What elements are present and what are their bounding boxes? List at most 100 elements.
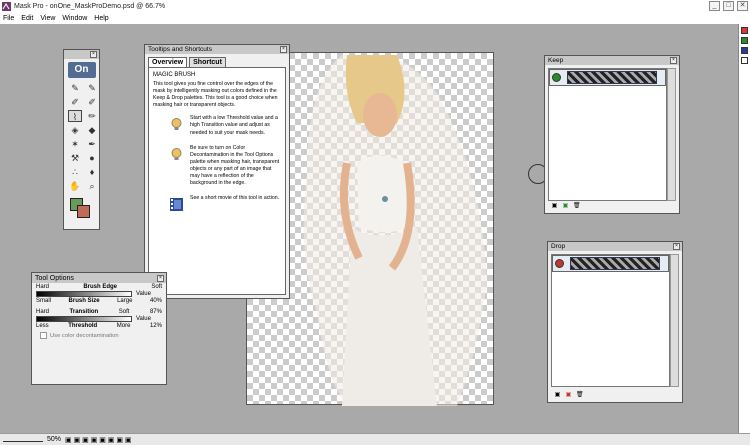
keep-palette: Keep × ▣ ▣ 🗑	[544, 55, 680, 214]
drop-picker-icon[interactable]: ✐	[85, 96, 99, 108]
tip-decontamination: Be sure to turn on Color Decontamination…	[190, 144, 280, 187]
close-button[interactable]: ✕	[737, 1, 748, 11]
keep-list	[548, 68, 667, 201]
window-title: Mask Pro - onOne_MaskProDemo.psd @ 66.7%	[14, 3, 166, 10]
keep-add-icon[interactable]: ▣	[562, 203, 569, 210]
brush-icon[interactable]: ✏	[85, 110, 99, 122]
chisel-icon[interactable]: ⚒	[68, 152, 82, 164]
brush-edge-value: Value	[136, 291, 151, 297]
drop-palette: Drop × ▣ ▣ 🗑	[547, 241, 683, 403]
transition-value: 87%	[149, 309, 162, 315]
brush-size-small-label: Small	[36, 298, 52, 304]
decontamination-label: Use color decontamination	[50, 332, 119, 339]
menu-help[interactable]: Help	[94, 15, 108, 22]
close-icon[interactable]: ×	[673, 243, 680, 250]
menu-window[interactable]: Window	[62, 15, 87, 22]
drop-color-item[interactable]	[552, 255, 669, 272]
minimize-button[interactable]: _	[709, 1, 720, 11]
zoom-icon[interactable]: ⌕	[85, 180, 99, 192]
magic-brush-icon[interactable]: ⌇	[68, 110, 82, 122]
threshold-label: Threshold	[68, 323, 98, 329]
close-icon[interactable]: ×	[157, 274, 164, 282]
title-bar: Mask Pro - onOne_MaskProDemo.psd @ 66.7%…	[0, 0, 750, 13]
tip-threshold: Start with a low Threshold value and a h…	[190, 115, 278, 136]
brush-edge-soft-label: Soft	[151, 284, 162, 290]
blur-icon[interactable]: ●	[85, 152, 99, 164]
hand-icon[interactable]: ✋	[68, 180, 82, 192]
drop-scrollbar[interactable]	[670, 254, 679, 387]
tools-palette: × On ✎ ✎ ✐ ✐ ⌇ ✏ ◈ ◆ ✶ ✒ ⚒ ● ∴ ♦ ✋ ⌕	[63, 49, 100, 230]
blue-swatch[interactable]	[741, 47, 748, 54]
drop-color-swatch	[570, 257, 660, 270]
onone-logo: On	[67, 62, 96, 78]
brush-size-large-label: Large	[117, 298, 133, 304]
tool-options-palette: Tool Options × Hard Brush Edge Soft Valu…	[31, 272, 167, 385]
threshold-more-label: More	[116, 323, 131, 329]
tooltips-palette: Tooltips and Shortcuts × Overview Shortc…	[144, 44, 290, 299]
menu-view[interactable]: View	[40, 15, 55, 22]
bucket-icon[interactable]: ◈	[68, 124, 82, 136]
keep-scrollbar[interactable]	[667, 68, 676, 201]
menu-file[interactable]: File	[3, 15, 14, 22]
lightbulb-icon	[171, 118, 182, 131]
decontamination-checkbox[interactable]: Use color decontamination	[32, 330, 166, 341]
close-icon[interactable]: ×	[280, 46, 287, 53]
drop-eyedropper-icon[interactable]: ✎	[85, 82, 99, 94]
keep-dot-icon	[552, 73, 561, 82]
drop-title: Drop	[551, 243, 566, 250]
right-color-strip	[738, 24, 750, 433]
transition-hard-label: Hard	[36, 309, 50, 315]
new-item-icon[interactable]: ▣	[551, 203, 558, 210]
zoom-slider[interactable]	[3, 438, 43, 442]
tool-options-title: Tool Options	[35, 274, 74, 282]
green-swatch[interactable]	[741, 37, 748, 44]
tool-description: This tool gives you fine control over th…	[153, 81, 278, 109]
brush-size-value: 40%	[149, 298, 162, 304]
brush-edge-hard-label: Hard	[36, 284, 50, 290]
keep-color-item[interactable]	[549, 69, 666, 86]
menu-edit[interactable]: Edit	[21, 15, 33, 22]
close-icon[interactable]: ×	[90, 51, 97, 58]
tip-movie: See a short movie of this tool in action…	[190, 195, 280, 202]
maximize-button[interactable]: □	[723, 1, 734, 11]
wand-icon[interactable]: ✶	[68, 138, 82, 150]
keep-color-swatch	[567, 71, 657, 84]
white-swatch[interactable]	[741, 57, 748, 64]
drop-color-swatch[interactable]	[77, 205, 90, 218]
drop-list	[551, 254, 670, 387]
keep-title: Keep	[548, 57, 564, 64]
threshold-value: 12%	[149, 323, 162, 329]
red-swatch[interactable]	[741, 27, 748, 34]
drop-add-icon[interactable]: ▣	[565, 392, 572, 399]
trash-icon[interactable]: 🗑	[576, 392, 584, 399]
tab-overview[interactable]: Overview	[148, 57, 188, 67]
trash-icon[interactable]: 🗑	[573, 203, 581, 210]
tool-heading: MAGIC BRUSH	[153, 72, 196, 78]
tooltips-title: Tooltips and Shortcuts	[148, 46, 212, 53]
keep-picker-icon[interactable]: ✐	[68, 96, 82, 108]
pen-icon[interactable]: ✒	[85, 138, 99, 150]
threshold-value-label: Value	[136, 316, 151, 322]
menu-bar: File Edit View Window Help	[0, 13, 750, 24]
app-icon	[2, 2, 11, 11]
spray-icon[interactable]: ∴	[68, 166, 82, 178]
close-icon[interactable]: ×	[670, 57, 677, 64]
view-mode-icons[interactable]: ▣ ▣ ▣ ▣ ▣ ▣ ▣ ▣	[65, 436, 132, 444]
new-item-icon[interactable]: ▣	[554, 392, 561, 399]
ink-icon[interactable]: ♦	[85, 166, 99, 178]
brush-size-label: Brush Size	[68, 298, 100, 304]
tooltips-body: MAGIC BRUSH This tool gives you fine con…	[148, 67, 286, 295]
movie-icon[interactable]	[169, 197, 184, 212]
threshold-less-label: Less	[36, 323, 49, 329]
zoom-level: 50%	[47, 436, 62, 443]
transition-label: Transition	[69, 309, 99, 315]
color-swap-control[interactable]	[70, 198, 92, 218]
tab-shortcut[interactable]: Shortcut	[189, 57, 226, 67]
drop-dot-icon	[555, 259, 564, 268]
status-bar: 50% ▣ ▣ ▣ ▣ ▣ ▣ ▣ ▣	[0, 433, 750, 445]
keep-eyedropper-icon[interactable]: ✎	[68, 82, 82, 94]
fill-icon[interactable]: ◆	[85, 124, 99, 136]
transition-soft-label: Soft	[118, 309, 130, 315]
lightbulb-icon	[171, 147, 182, 160]
brush-edge-label: Brush Edge	[83, 284, 117, 290]
